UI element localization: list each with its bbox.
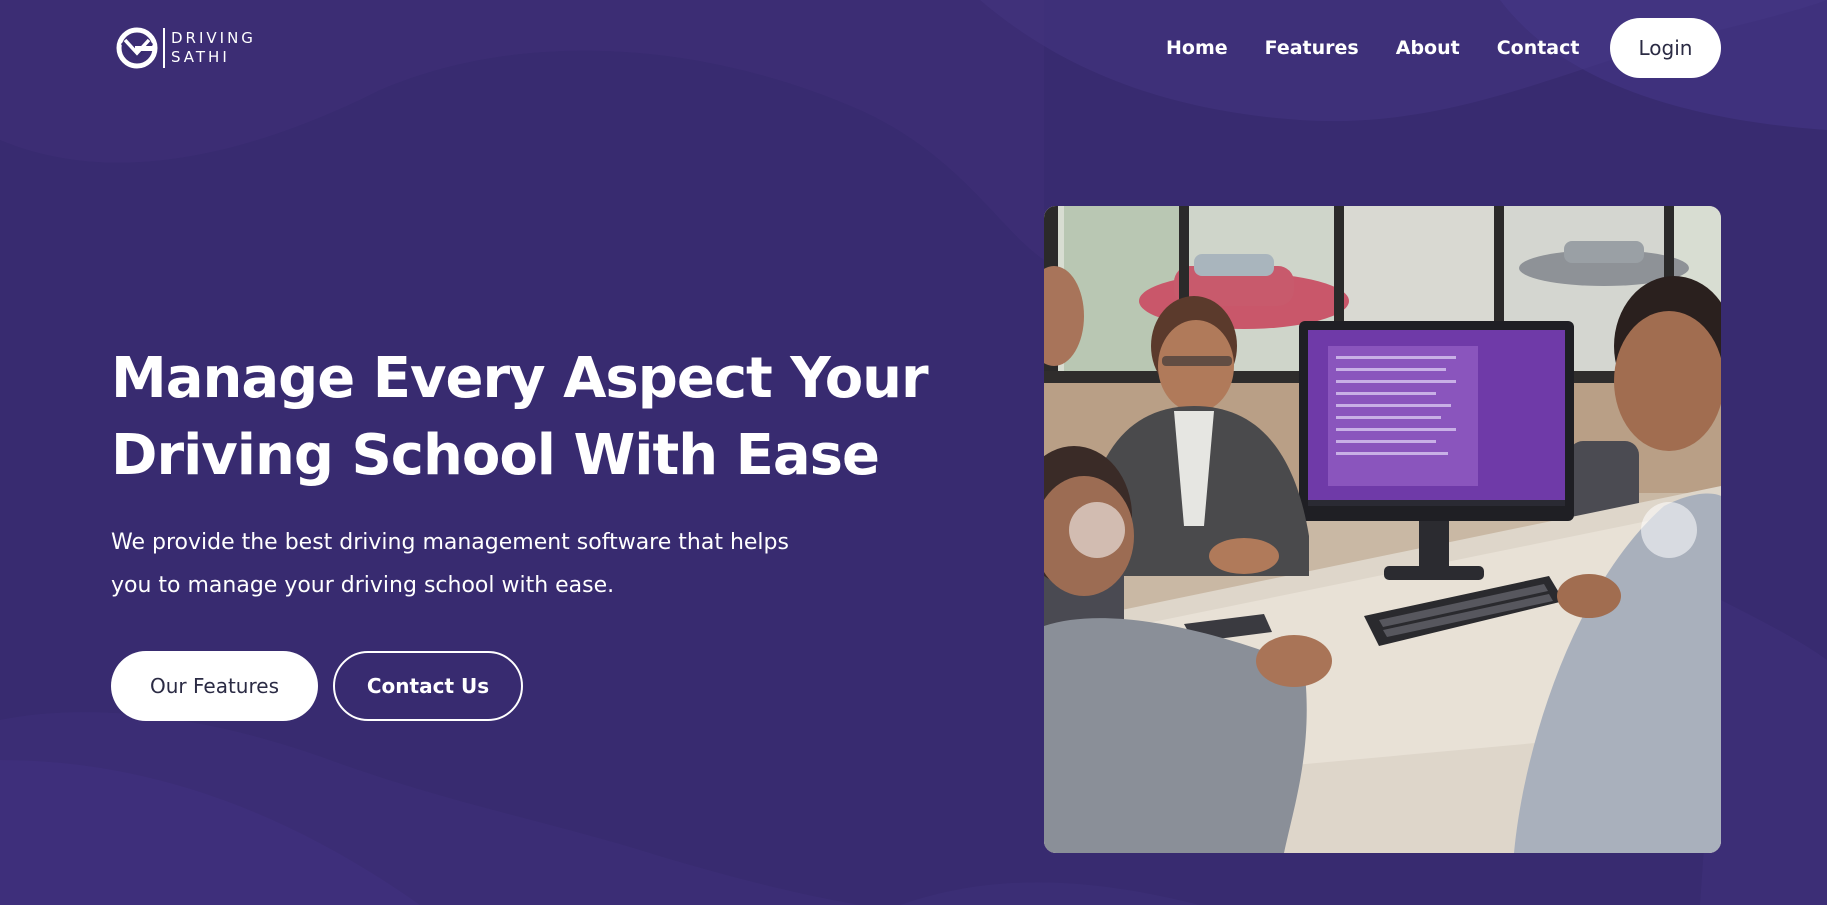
our-features-button[interactable]: Our Features [111,651,318,721]
login-button[interactable]: Login [1610,18,1721,78]
hero-subtitle: We provide the best driving management s… [111,521,871,607]
hero-title: Manage Every Aspect Your Driving School … [111,340,931,494]
hero-image-carousel [1044,206,1721,853]
hero-title-line-1: Manage Every Aspect Your [111,346,929,411]
driving-sathi-logo-icon [116,27,158,69]
office-meeting-photo [1044,206,1721,853]
hero-subtitle-line-2: you to manage your driving school with e… [111,573,615,598]
brand-line-2: SATHI [171,48,230,66]
hero-subtitle-line-1: We provide the best driving management s… [111,530,789,555]
nav-home[interactable]: Home [1166,32,1228,64]
brand-name: DRIVING SATHI [171,29,256,67]
nav-contact[interactable]: Contact [1497,32,1580,64]
carousel-prev-button[interactable] [1069,502,1125,558]
site-header: DRIVING SATHI Home Features About Contac… [0,0,1827,96]
main-nav: Home Features About Contact [1166,32,1616,64]
nav-features[interactable]: Features [1265,32,1359,64]
brand-logo[interactable]: DRIVING SATHI [115,26,256,70]
brand-line-1: DRIVING [171,29,256,47]
carousel-next-button[interactable] [1641,502,1697,558]
nav-about[interactable]: About [1396,32,1460,64]
logo-divider [163,28,165,68]
hero-title-line-2: Driving School With Ease [111,423,880,488]
contact-us-button[interactable]: Contact Us [333,651,523,721]
